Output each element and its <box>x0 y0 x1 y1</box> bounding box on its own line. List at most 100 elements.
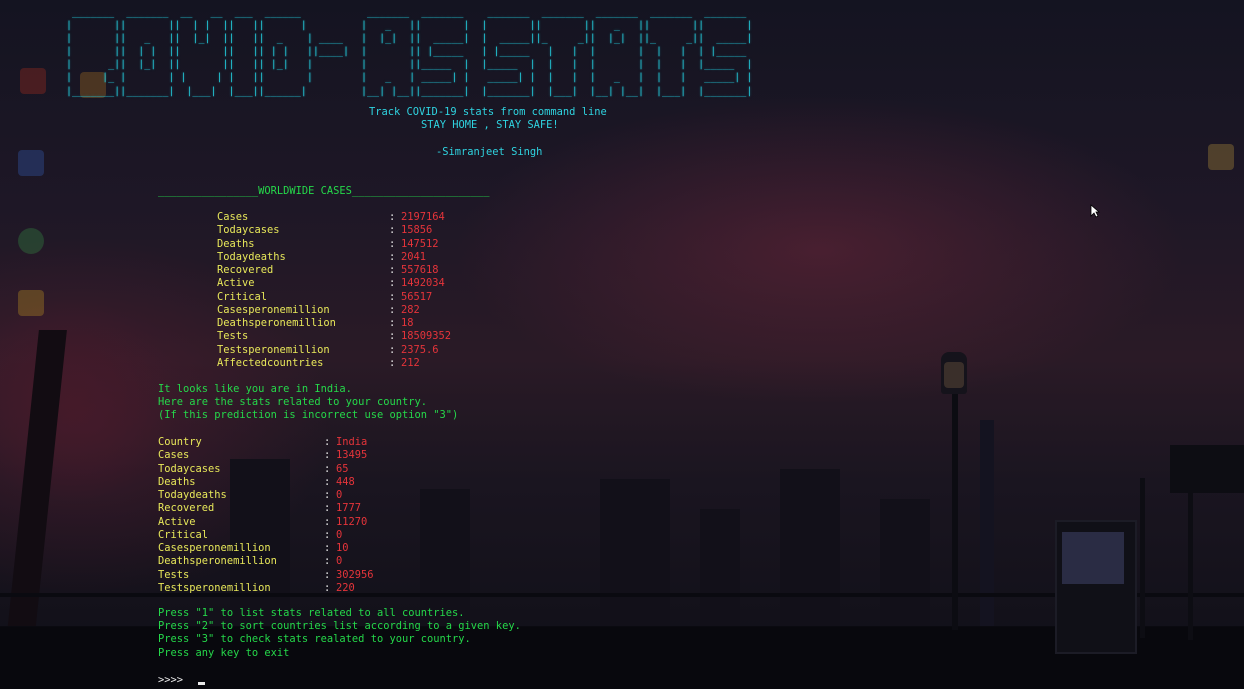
menu-option-exit: Press any key to exit <box>158 647 290 659</box>
wallpaper-phone-booth <box>1055 520 1137 654</box>
worldwide-stat-value: 18509352 <box>401 330 452 343</box>
country-stat-separator: : <box>324 489 331 501</box>
country-stat-key: Active <box>158 515 196 528</box>
worldwide-stat-key: Deathsperonemillion <box>217 317 336 329</box>
worldwide-stat-key: Testsperonemillion <box>217 343 330 356</box>
country-stat-value: 11270 <box>336 515 368 528</box>
worldwide-stat-value: 18 <box>401 317 414 329</box>
country-stat-key: Casesperonemillion <box>158 542 271 554</box>
country-stat-key: Deathsperonemillion <box>158 555 277 568</box>
worldwide-stat-separator: : <box>389 237 396 250</box>
worldwide-stat-key: Deaths <box>217 237 255 250</box>
country-stat-value: 0 <box>336 489 343 501</box>
country-stat-key: Todaycases <box>158 462 221 475</box>
worldwide-stat-key: Active <box>217 277 255 290</box>
worldwide-stat-value: 212 <box>401 356 420 369</box>
worldwide-stat-value: 2375.6 <box>401 343 439 356</box>
country-stat-key: Cases <box>158 449 190 462</box>
country-stat-key: Critical <box>158 528 209 541</box>
desktop-drive-icon[interactable] <box>18 290 44 316</box>
country-stat-key: Testsperonemillion <box>158 581 271 594</box>
text-cursor[interactable] <box>198 682 205 685</box>
worldwide-stat-key: Todaydeaths <box>217 250 286 263</box>
worldwide-stat-value: 1492034 <box>401 277 445 290</box>
worldwide-stat-key: Todaycases <box>217 224 280 237</box>
worldwide-stat-separator: : <box>389 317 396 329</box>
country-stat-separator: : <box>324 475 331 488</box>
country-stat-value: 0 <box>336 528 343 541</box>
wallpaper-tree-crown <box>0 300 180 500</box>
worldwide-stat-separator: : <box>389 277 396 290</box>
worldwide-stat-value: 2041 <box>401 250 427 263</box>
menu-option-2: Press "2" to sort countries list accordi… <box>158 620 521 632</box>
desktop-app-icon[interactable] <box>20 68 46 94</box>
worldwide-stat-separator: : <box>389 356 396 369</box>
worldwide-stat-value: 56517 <box>401 290 433 303</box>
worldwide-stat-separator: : <box>389 290 396 303</box>
mouse-pointer-icon <box>1090 204 1100 218</box>
tagline: Track COVID-19 stats from command line <box>369 106 607 118</box>
worldwide-stat-separator: : <box>389 343 396 356</box>
location-message-line: Here are the stats related to your count… <box>158 396 427 408</box>
worldwide-stat-value: 282 <box>401 303 420 316</box>
worldwide-stat-separator: : <box>389 211 396 223</box>
country-stat-key: Tests <box>158 568 190 581</box>
country-stat-value: India <box>336 436 368 448</box>
worldwide-stat-value: 147512 <box>401 237 439 250</box>
command-prompt[interactable]: >>>> <box>158 674 183 687</box>
country-stat-value: 1777 <box>336 502 362 515</box>
menu-option-1: Press "1" to list stats related to all c… <box>158 607 465 619</box>
location-message-line: It looks like you are in India. <box>158 383 352 395</box>
country-stat-key: Deaths <box>158 475 196 488</box>
worldwide-stat-separator: : <box>389 264 396 276</box>
country-stat-value: 65 <box>336 462 349 475</box>
worldwide-stat-key: Critical <box>217 290 268 303</box>
country-stat-value: 0 <box>336 555 343 568</box>
country-stat-separator: : <box>324 555 331 568</box>
country-stat-value: 302956 <box>336 568 374 581</box>
country-stat-separator: : <box>324 528 331 541</box>
wallpaper-kiosk-roof <box>1170 445 1244 493</box>
country-stat-separator: : <box>324 449 331 462</box>
worldwide-stat-value: 2197164 <box>401 211 445 223</box>
wallpaper-kiosk-pole <box>1188 490 1193 640</box>
worldwide-stat-key: Tests <box>217 330 249 343</box>
country-stat-separator: : <box>324 502 331 515</box>
worldwide-stat-separator: : <box>389 330 396 343</box>
country-stat-value: 448 <box>336 475 355 488</box>
wallpaper-pole <box>1140 478 1145 638</box>
wallpaper-building <box>600 479 670 629</box>
country-stat-separator: : <box>324 568 331 581</box>
worldwide-stat-key: Affectedcountries <box>217 356 324 369</box>
desktop-app-icon[interactable] <box>18 150 44 176</box>
worldwide-stat-value: 557618 <box>401 264 439 276</box>
country-stat-value: 13495 <box>336 449 368 462</box>
covid-stats-ascii-banner: _______ _______ __ __ ___ ______ _______… <box>66 7 753 97</box>
wallpaper-building <box>700 509 740 629</box>
worldwide-stat-separator: : <box>389 303 396 316</box>
desktop-folder-icon[interactable] <box>1208 144 1234 170</box>
worldwide-stat-separator: : <box>389 224 396 237</box>
wallpaper-building <box>880 499 930 629</box>
worldwide-stat-key: Casesperonemillion <box>217 303 330 316</box>
location-message-line: (If this prediction is incorrect use opt… <box>158 409 459 421</box>
country-stat-key: Country <box>158 436 202 448</box>
country-stat-separator: : <box>324 581 331 594</box>
worldwide-stat-key: Recovered <box>217 264 274 276</box>
desktop-screen: _______ _______ __ __ ___ ______ _______… <box>0 0 1244 689</box>
wallpaper-booth-screen <box>1062 532 1124 584</box>
country-stat-value: 10 <box>336 542 349 554</box>
worldwide-stat-key: Cases <box>217 211 249 223</box>
country-stat-key: Todaydeaths <box>158 489 227 501</box>
menu-option-3: Press "3" to check stats realated to you… <box>158 633 471 645</box>
country-stat-separator: : <box>324 462 331 475</box>
country-stat-separator: : <box>324 515 331 528</box>
wallpaper-tree-trunk <box>1 330 67 689</box>
wallpaper-lamp-pole <box>952 390 958 630</box>
wallpaper-tower <box>980 420 994 640</box>
wallpaper-lamp-head <box>941 352 967 394</box>
country-stat-value: 220 <box>336 581 355 594</box>
wallpaper-building <box>780 469 840 629</box>
desktop-chrome-icon[interactable] <box>18 228 44 254</box>
tagline-stay-safe: STAY HOME , STAY SAFE! <box>421 119 559 131</box>
